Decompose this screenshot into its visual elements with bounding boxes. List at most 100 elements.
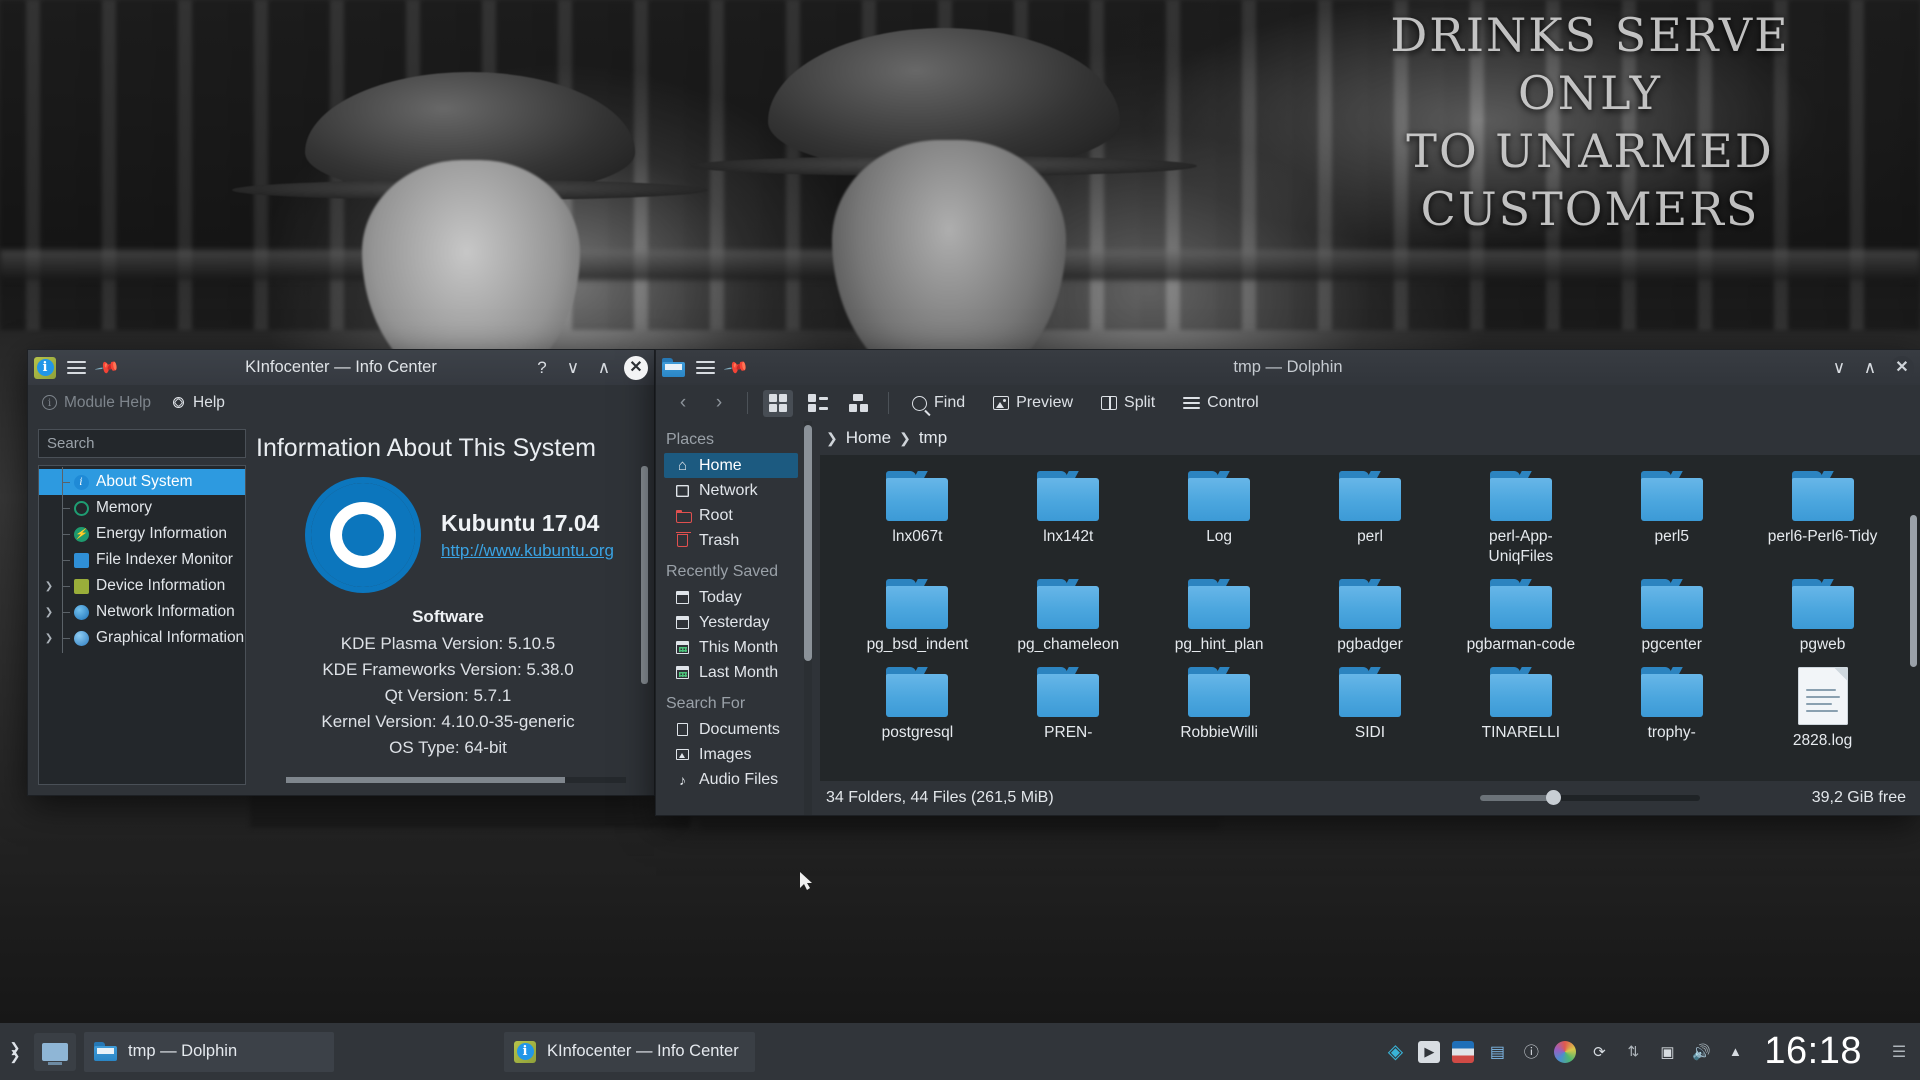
file-item[interactable]: lnx067t — [842, 465, 993, 567]
file-view-scrollbar[interactable] — [1910, 515, 1917, 777]
file-item[interactable]: 2828.log — [1747, 661, 1898, 751]
panel-toggle-icon[interactable]: ❯ ❯ — [0, 1023, 30, 1080]
keyboard-layout-icon[interactable] — [1452, 1040, 1475, 1063]
places-item-network[interactable]: Network — [664, 478, 798, 503]
file-view[interactable]: lnx067t lnx142t Log perl perl-App-UniqFi… — [820, 455, 1920, 781]
minimize-button[interactable]: ∨ — [562, 357, 584, 379]
places-item-audio-files[interactable]: ♪ Audio Files — [664, 767, 798, 792]
file-item[interactable]: SIDI — [1295, 661, 1446, 751]
file-item[interactable]: pg_bsd_indent — [842, 573, 993, 655]
back-button[interactable]: ‹ — [670, 392, 696, 414]
file-item[interactable]: postgresql — [842, 661, 993, 751]
dolphin-titlebar[interactable]: 📌 tmp — Dolphin ∨ ∧ ✕ — [656, 350, 1920, 385]
module-tree[interactable]: i About System Memory ⚡ Energy Informati… — [38, 465, 246, 785]
breadcrumb-item-tmp[interactable]: tmp — [919, 428, 947, 448]
volume-icon[interactable]: 🔊 — [1690, 1041, 1712, 1063]
network-icon[interactable]: ⇅ — [1622, 1041, 1644, 1063]
clipboard-icon[interactable]: ◈ — [1384, 1041, 1406, 1063]
hamburger-icon[interactable] — [65, 357, 87, 379]
breadcrumb-item-home[interactable]: Home — [846, 428, 891, 448]
distro-url-link[interactable]: http://www.kubuntu.org — [441, 541, 614, 561]
help-menu-button[interactable]: Help — [171, 394, 225, 412]
breadcrumb[interactable]: ❯ Home ❯ tmp — [812, 421, 1920, 455]
places-item-documents[interactable]: Documents — [664, 717, 798, 742]
places-item-root[interactable]: Root — [664, 503, 798, 528]
places-item-home[interactable]: ⌂ Home — [664, 453, 798, 478]
file-item[interactable]: perl — [1295, 465, 1446, 567]
help-button[interactable]: ? — [531, 357, 553, 379]
split-button[interactable]: Split — [1101, 394, 1155, 412]
kinfocenter-window[interactable]: i 📌 KInfocenter — Info Center ? ∨ ∧ ✕ i … — [28, 350, 654, 795]
updates-icon[interactable]: ⟳ — [1588, 1041, 1610, 1063]
places-scrollbar[interactable] — [804, 421, 812, 815]
file-item[interactable]: perl-App-UniqFiles — [1445, 465, 1596, 567]
view-compact-button[interactable] — [803, 390, 833, 417]
file-item[interactable]: perl6-Perl6-Tidy — [1747, 465, 1898, 567]
tree-item-about-system[interactable]: i About System — [39, 467, 245, 497]
dolphin-window[interactable]: 📌 tmp — Dolphin ∨ ∧ ✕ ‹ › Find Preview S… — [656, 350, 1920, 815]
file-item[interactable]: trophy- — [1596, 661, 1747, 751]
file-item[interactable]: lnx142t — [993, 465, 1144, 567]
device-icon[interactable]: ▣ — [1656, 1041, 1678, 1063]
pin-icon[interactable]: 📌 — [721, 352, 752, 383]
tree-item-network-information[interactable]: ❯ Network Information — [39, 597, 245, 627]
notes-icon[interactable]: ▤ — [1486, 1041, 1508, 1063]
file-item[interactable]: pg_chameleon — [993, 573, 1144, 655]
tree-item-device-information[interactable]: ❯ Device Information — [39, 571, 245, 601]
tree-item-file-indexer-monitor[interactable]: File Indexer Monitor — [39, 545, 245, 575]
software-row: KDE Frameworks Version: 5.38.0 — [322, 660, 574, 679]
tree-item-graphical-information[interactable]: ❯ Graphical Information — [39, 623, 245, 653]
hamburger-icon[interactable] — [694, 357, 716, 379]
module-help-button[interactable]: i Module Help — [42, 394, 151, 412]
file-item[interactable]: pg_hint_plan — [1144, 573, 1295, 655]
file-item[interactable]: Log — [1144, 465, 1295, 567]
places-item-images[interactable]: Images — [664, 742, 798, 767]
color-wheel-icon[interactable] — [1554, 1040, 1577, 1063]
forward-button[interactable]: › — [706, 392, 732, 414]
chevron-right-icon[interactable]: ❯ — [41, 581, 57, 592]
info-icon[interactable]: ⓘ — [1520, 1041, 1542, 1063]
places-item-last-month[interactable]: Last Month — [664, 660, 798, 685]
tree-item-memory[interactable]: Memory — [39, 493, 245, 523]
file-item[interactable]: PREN- — [993, 661, 1144, 751]
file-item[interactable]: perl5 — [1596, 465, 1747, 567]
pin-icon[interactable]: 📌 — [92, 352, 123, 383]
preview-button[interactable]: Preview — [993, 394, 1073, 412]
file-item[interactable]: pgcenter — [1596, 573, 1747, 655]
file-name: SIDI — [1354, 724, 1386, 741]
chevron-right-icon[interactable]: ❯ — [41, 633, 57, 644]
view-icons-button[interactable] — [763, 389, 793, 417]
arrow-right-icon[interactable]: ▶ — [1418, 1040, 1441, 1063]
minimize-button[interactable]: ∨ — [1828, 357, 1850, 379]
file-item[interactable]: pgbarman-code — [1445, 573, 1596, 655]
control-button[interactable]: Control — [1183, 394, 1259, 412]
chevron-right-icon[interactable]: ❯ — [41, 607, 57, 618]
tree-item-energy-information[interactable]: ⚡ Energy Information — [39, 519, 245, 549]
file-item[interactable]: TINARELLI — [1445, 661, 1596, 751]
view-details-button[interactable] — [843, 390, 873, 417]
maximize-button[interactable]: ∧ — [593, 357, 615, 379]
file-item[interactable]: RobbieWilli — [1144, 661, 1295, 751]
places-item-this-month[interactable]: This Month — [664, 635, 798, 660]
show-desktop-icon[interactable] — [34, 1032, 76, 1071]
close-button[interactable]: ✕ — [624, 355, 648, 380]
show-hidden-icon[interactable]: ▲ — [1724, 1041, 1746, 1063]
taskbar-item-dolphin[interactable]: tmp — Dolphin — [84, 1031, 334, 1072]
places-panel[interactable]: Places ⌂ Home Network Root Trash Recentl… — [656, 421, 804, 815]
zoom-slider[interactable] — [1479, 790, 1700, 805]
clock[interactable]: 16:18 — [1758, 1030, 1876, 1073]
places-item-yesterday[interactable]: Yesterday — [664, 610, 798, 635]
places-item-today[interactable]: Today — [664, 585, 798, 610]
maximize-button[interactable]: ∧ — [1859, 357, 1881, 379]
kinfocenter-titlebar[interactable]: i 📌 KInfocenter — Info Center ? ∨ ∧ ✕ — [28, 350, 654, 385]
close-button[interactable]: ✕ — [1890, 355, 1914, 380]
file-item[interactable]: pgweb — [1747, 573, 1898, 655]
file-item[interactable]: pgbadger — [1295, 573, 1446, 655]
find-button[interactable]: Find — [912, 394, 965, 412]
search-input[interactable]: Search — [38, 429, 246, 458]
places-item-trash[interactable]: Trash — [664, 528, 798, 553]
taskbar-item-kinfocenter[interactable]: i KInfocenter — Info Center — [504, 1031, 755, 1072]
notifications-icon[interactable]: ☰ — [1888, 1041, 1910, 1063]
content-horizontal-scrollbar[interactable] — [286, 777, 626, 783]
content-vertical-scrollbar[interactable] — [641, 466, 648, 761]
